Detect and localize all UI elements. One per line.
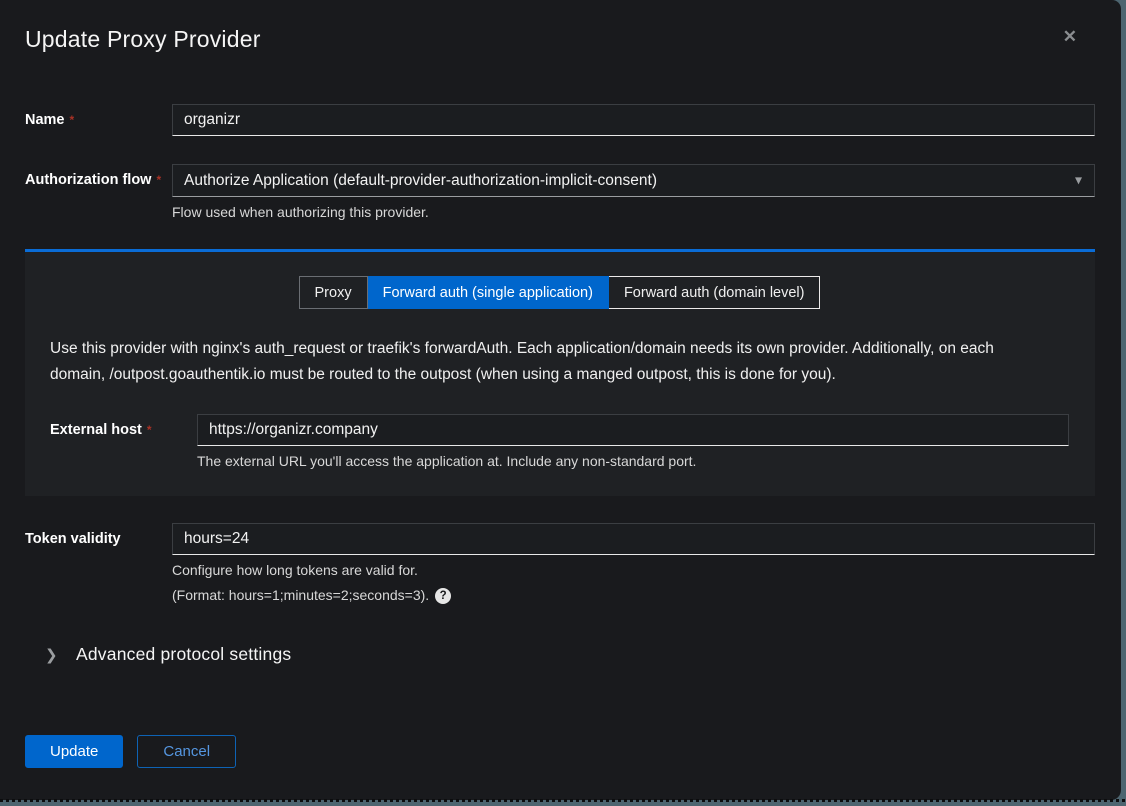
update-button[interactable]: Update (25, 735, 123, 768)
token-validity-help: Configure how long tokens are valid for. (172, 562, 1095, 579)
external-host-label-text: External host (50, 422, 142, 438)
authorization-flow-help: Flow used when authorizing this provider… (172, 204, 1095, 221)
tab-proxy[interactable]: Proxy (299, 276, 368, 309)
modal-footer: Update Cancel (25, 735, 1095, 768)
mode-toggle-group: Proxy Forward auth (single application) … (50, 276, 1069, 309)
tab-forward-auth-single[interactable]: Forward auth (single application) (368, 276, 609, 309)
help-question-icon[interactable]: ? (435, 588, 451, 604)
token-validity-label: Token validity (25, 523, 172, 547)
name-label: Name * (25, 104, 172, 128)
authorization-flow-selected-value: Authorize Application (default-provider-… (184, 172, 657, 190)
external-host-help: The external URL you'll access the appli… (197, 453, 1069, 470)
token-validity-format-help: (Format: hours=1;minutes=2;seconds=3). (172, 587, 429, 604)
modal-header: Update Proxy Provider ✕ (25, 24, 1095, 54)
token-validity-row: Token validity Configure how long tokens… (25, 523, 1095, 604)
token-validity-field[interactable] (172, 523, 1095, 555)
token-validity-format-line: (Format: hours=1;minutes=2;seconds=3). ? (172, 587, 1095, 604)
name-field[interactable] (172, 104, 1095, 136)
chevron-right-icon: ❯ (45, 646, 59, 664)
screenshot-frame: Update Proxy Provider ✕ Name * Authorizat… (0, 0, 1126, 806)
advanced-protocol-settings-toggle[interactable]: ❯ Advanced protocol settings (25, 644, 1095, 665)
name-field-wrap (172, 104, 1095, 136)
authorization-flow-field-wrap: Authorize Application (default-provider-… (172, 164, 1095, 221)
cancel-button[interactable]: Cancel (137, 735, 236, 768)
authorization-flow-label: Authorization flow * (25, 164, 172, 188)
required-asterisk: * (156, 173, 161, 187)
tab-forward-auth-domain[interactable]: Forward auth (domain level) (609, 276, 821, 309)
required-asterisk: * (147, 423, 152, 437)
close-icon[interactable]: ✕ (1063, 28, 1077, 45)
external-host-row: External host * The external URL you'll a… (50, 414, 1069, 470)
token-validity-label-text: Token validity (25, 531, 121, 547)
chevron-down-icon: ▾ (1075, 171, 1082, 188)
external-host-field[interactable] (197, 414, 1069, 446)
advanced-protocol-settings-label: Advanced protocol settings (76, 644, 291, 665)
bottom-dotted-border (0, 799, 1126, 802)
update-proxy-provider-modal: Update Proxy Provider ✕ Name * Authorizat… (0, 0, 1121, 800)
name-label-text: Name (25, 112, 65, 128)
authorization-flow-label-text: Authorization flow (25, 172, 151, 188)
external-host-field-wrap: The external URL you'll access the appli… (197, 414, 1069, 470)
external-host-label: External host * (50, 414, 197, 438)
page-title: Update Proxy Provider (25, 24, 1095, 54)
token-validity-field-wrap: Configure how long tokens are valid for.… (172, 523, 1095, 604)
authorization-flow-row: Authorization flow * Authorize Applicatio… (25, 164, 1095, 221)
authorization-flow-select[interactable]: Authorize Application (default-provider-… (172, 164, 1095, 197)
required-asterisk: * (70, 113, 75, 127)
mode-description: Use this provider with nginx's auth_requ… (50, 336, 1069, 388)
proxy-mode-card: Proxy Forward auth (single application) … (25, 249, 1095, 496)
name-row: Name * (25, 104, 1095, 136)
